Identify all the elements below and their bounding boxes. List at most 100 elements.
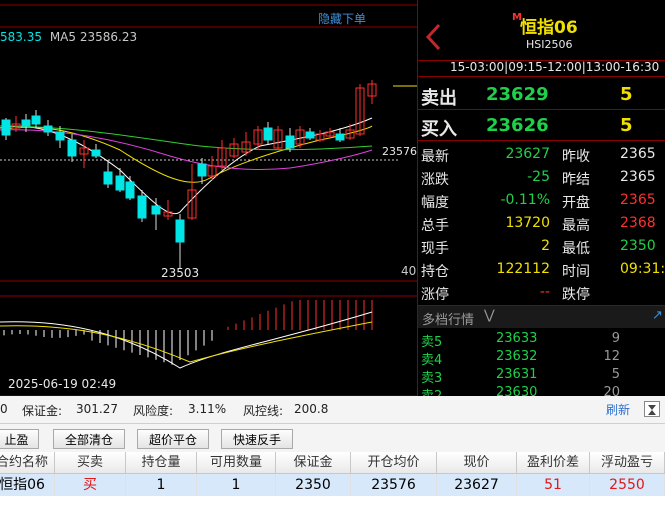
depth-row[interactable]: 卖3 23631 5: [418, 367, 665, 386]
candle-body: [263, 127, 273, 141]
chevron-left-icon[interactable]: [424, 22, 442, 52]
depth-label: 卖3: [421, 371, 443, 386]
account-lead: 0: [0, 402, 8, 416]
stat-value: 2: [541, 238, 550, 254]
stats-row: 现手 2 最低 2350: [418, 235, 665, 258]
candle-body: [55, 131, 65, 141]
table-cell: 2350: [276, 474, 351, 496]
candle-body: [91, 149, 101, 157]
stat-value: 23627: [505, 146, 550, 162]
ask-price[interactable]: 23629: [486, 84, 549, 105]
depth-price: 23631: [496, 367, 538, 382]
depth-row[interactable]: 卖4 23632 12: [418, 349, 665, 368]
stat-value: 2350: [620, 238, 656, 254]
candle-body: [1, 119, 11, 136]
candle-body: [335, 133, 345, 141]
over-price-close-button[interactable]: 超价平仓: [137, 429, 209, 449]
candle-body: [151, 205, 161, 215]
quick-reverse-button[interactable]: 快速反手: [221, 429, 293, 449]
stats-row: 涨跌 -25 昨结 2365: [418, 166, 665, 189]
candle-body: [125, 181, 135, 199]
stat-label: 最高: [562, 218, 590, 234]
column-header[interactable]: 现价: [437, 452, 517, 474]
hourglass-icon[interactable]: [644, 401, 660, 417]
refresh-link[interactable]: 刷新: [606, 401, 630, 418]
depth-header[interactable]: 多档行情 ⋁ ↗: [418, 306, 665, 328]
stat-value: 2365: [620, 146, 656, 162]
low-price-label: 23503: [161, 266, 200, 280]
expand-icon[interactable]: ↗: [652, 308, 663, 323]
table-cell: 买: [55, 474, 126, 496]
stat-value: -0.11%: [500, 192, 550, 208]
column-header[interactable]: 可用数量: [197, 452, 276, 474]
bid-volume: 5: [620, 115, 633, 136]
stat-label: 开盘: [562, 195, 590, 211]
hide-order-link[interactable]: 隐藏下单: [318, 10, 366, 27]
column-header[interactable]: 合约名称: [0, 452, 55, 474]
candle-body: [305, 131, 315, 139]
stats-row: 总手 13720 最高 2368: [418, 212, 665, 235]
quote-panel: M 恒指06 HSI2506 15-03:00|09:15-12:00|13:0…: [417, 0, 665, 404]
candle-body: [197, 163, 207, 177]
stats-row: 涨停 -- 跌停: [418, 281, 665, 304]
ask-label: 卖出: [421, 88, 457, 109]
ask-volume: 5: [620, 84, 633, 105]
stat-label: 涨停: [421, 287, 449, 303]
control-line-value: 200.8: [294, 402, 329, 416]
kline-chart[interactable]: 583.35 MA5 23586.23 隐藏下单 23576 23503 40 …: [0, 0, 417, 397]
candle-body: [137, 195, 147, 219]
stat-label: 最低: [562, 241, 590, 257]
candle-body: [67, 139, 77, 157]
stat-value: 2365: [620, 192, 656, 208]
stat-label: 现手: [421, 241, 449, 257]
stat-label: 昨结: [562, 172, 590, 188]
stat-value: --: [539, 284, 550, 300]
column-header[interactable]: 开仓均价: [351, 452, 437, 474]
stat-label: 幅度: [421, 195, 449, 211]
depth-label: 卖5: [421, 335, 443, 350]
instrument-title: 恒指06: [520, 18, 578, 38]
stats-row: 幅度 -0.11% 开盘 2365: [418, 189, 665, 212]
depth-volume: 9: [611, 331, 620, 346]
close-all-button[interactable]: 全部清仓: [53, 429, 125, 449]
stat-value: 122112: [496, 261, 550, 277]
table-cell: 恒指06: [0, 474, 55, 496]
axis-label: 40: [401, 264, 417, 278]
column-header[interactable]: 持仓量: [126, 452, 197, 474]
stats-row: 最新 23627 昨收 2365: [418, 143, 665, 166]
table-cell: 23576: [351, 474, 437, 496]
bid-label: 买入: [421, 119, 457, 140]
table-cell: 23627: [437, 474, 517, 496]
column-header[interactable]: 保证金: [276, 452, 351, 474]
margin-label: 保证金:: [22, 404, 63, 418]
take-profit-button[interactable]: 止盈: [0, 429, 39, 449]
table-cell: 1: [197, 474, 276, 496]
candle-body: [43, 125, 53, 133]
kline-svg: [0, 4, 417, 397]
candle-body: [103, 171, 113, 185]
bid-price[interactable]: 23626: [486, 115, 549, 136]
stat-label: 持仓: [421, 264, 449, 280]
depth-row[interactable]: 卖5 23633 9: [418, 331, 665, 350]
column-header[interactable]: 盈利价差: [517, 452, 590, 474]
stat-label: 涨跌: [421, 172, 449, 188]
table-cell: 2550: [590, 474, 665, 496]
trading-session: 15-03:00|09:15-12:00|13:00-16:30: [450, 60, 660, 74]
stat-value: 09:31:2: [620, 261, 665, 277]
candle-body: [175, 219, 185, 243]
risk-label: 风险度:: [133, 404, 174, 418]
column-header[interactable]: 浮动盈亏: [590, 452, 665, 474]
stat-value: 2365: [620, 169, 656, 185]
candle-body: [115, 175, 125, 191]
instrument-code: HSI2506: [526, 38, 573, 51]
risk-value: 3.11%: [188, 402, 227, 416]
column-header[interactable]: 买卖: [55, 452, 126, 474]
ma-legend-prev: 583.35: [0, 30, 42, 44]
candle-body: [31, 115, 41, 125]
stat-label: 跌停: [562, 287, 590, 303]
control-line-label: 风控线:: [243, 404, 284, 418]
price-tag: 23576: [382, 145, 417, 158]
stat-label: 时间: [562, 264, 590, 280]
depth-label: 卖4: [421, 353, 443, 368]
depth-price: 23633: [496, 331, 538, 346]
